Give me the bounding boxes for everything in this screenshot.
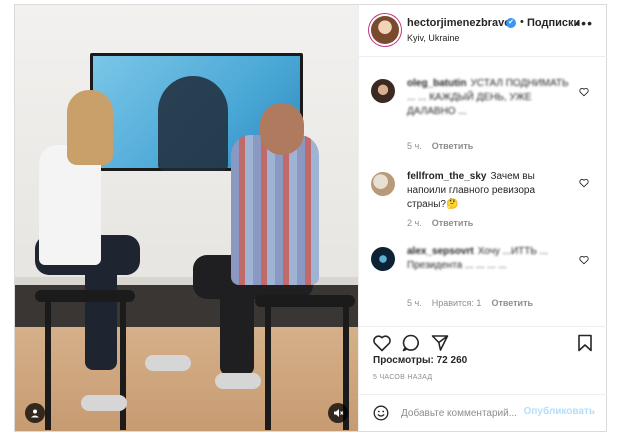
comment-username[interactable]: alex_sepsovrt [407, 246, 474, 257]
comment-time: 5 ч. [407, 141, 422, 151]
author-username[interactable]: hectorjimenezbravo [407, 17, 511, 29]
comment-text-container: alex_sepsovrt Хочу ...ИТТЬ ... Президента… [407, 245, 575, 273]
comment-username[interactable]: fellfrom_the_sky [407, 171, 486, 182]
comment-meta: 5 ч. Нравится: 1 Ответить [407, 298, 543, 308]
instagram-post: hectorjimenezbravo ✔ • Подписки Kyiv, Uk… [14, 4, 607, 432]
save-bookmark-icon[interactable] [575, 333, 595, 353]
post-timestamp: 5 ЧАСОВ НАЗАД [373, 374, 433, 381]
reply-button[interactable]: Ответить [491, 298, 533, 308]
comment-likes[interactable]: Нравится: 1 [432, 298, 482, 308]
share-send-icon[interactable] [430, 333, 450, 353]
post-location[interactable]: Kyiv, Ukraine [407, 33, 459, 43]
post-photo[interactable] [15, 5, 358, 431]
like-comment-icon[interactable] [579, 87, 589, 97]
comments-list: oleg_batutin УСТАЛ ПОДНИМАТЬ ... ... КАЖД… [359, 57, 607, 325]
comment-username[interactable]: oleg_batutin [407, 78, 466, 89]
comment-time: 5 ч. [407, 298, 422, 308]
comment-composer: Опубликовать [359, 394, 607, 432]
reply-button[interactable]: Ответить [432, 218, 474, 228]
comment-text-container: oleg_batutin УСТАЛ ПОДНИМАТЬ ... ... КАЖД… [407, 77, 575, 119]
commenter-avatar[interactable] [371, 247, 395, 271]
header-separator: • [520, 16, 524, 28]
comment-meta: 5 ч. Ответить [407, 141, 483, 151]
comment-text-container: fellfrom_the_sky Зачем вы напоили главног… [407, 170, 575, 212]
view-count[interactable]: Просмотры: 72 260 [373, 355, 467, 366]
comment-time: 2 ч. [407, 218, 422, 228]
user-tags-icon[interactable] [25, 403, 45, 423]
like-heart-icon[interactable] [372, 333, 392, 353]
following-button[interactable]: Подписки [527, 17, 580, 29]
reply-button[interactable]: Ответить [432, 141, 474, 151]
comment-input[interactable] [401, 405, 531, 421]
more-options-icon[interactable]: ••• [575, 15, 593, 31]
like-comment-icon[interactable] [579, 178, 589, 188]
comment-bubble-icon[interactable] [401, 333, 421, 353]
commenter-avatar[interactable] [371, 172, 395, 196]
commenter-avatar[interactable] [371, 79, 395, 103]
publish-button[interactable]: Опубликовать [524, 406, 595, 417]
comment-meta: 2 ч. Ответить [407, 218, 483, 228]
sound-muted-icon[interactable] [328, 403, 348, 423]
emoji-icon[interactable] [373, 405, 389, 421]
like-comment-icon[interactable] [579, 255, 589, 265]
verified-badge-icon: ✔ [506, 18, 516, 28]
post-header: hectorjimenezbravo ✔ • Подписки Kyiv, Uk… [359, 5, 607, 57]
post-actions [359, 326, 607, 357]
author-avatar[interactable] [371, 16, 399, 44]
post-sidebar: hectorjimenezbravo ✔ • Подписки Kyiv, Uk… [358, 5, 607, 431]
